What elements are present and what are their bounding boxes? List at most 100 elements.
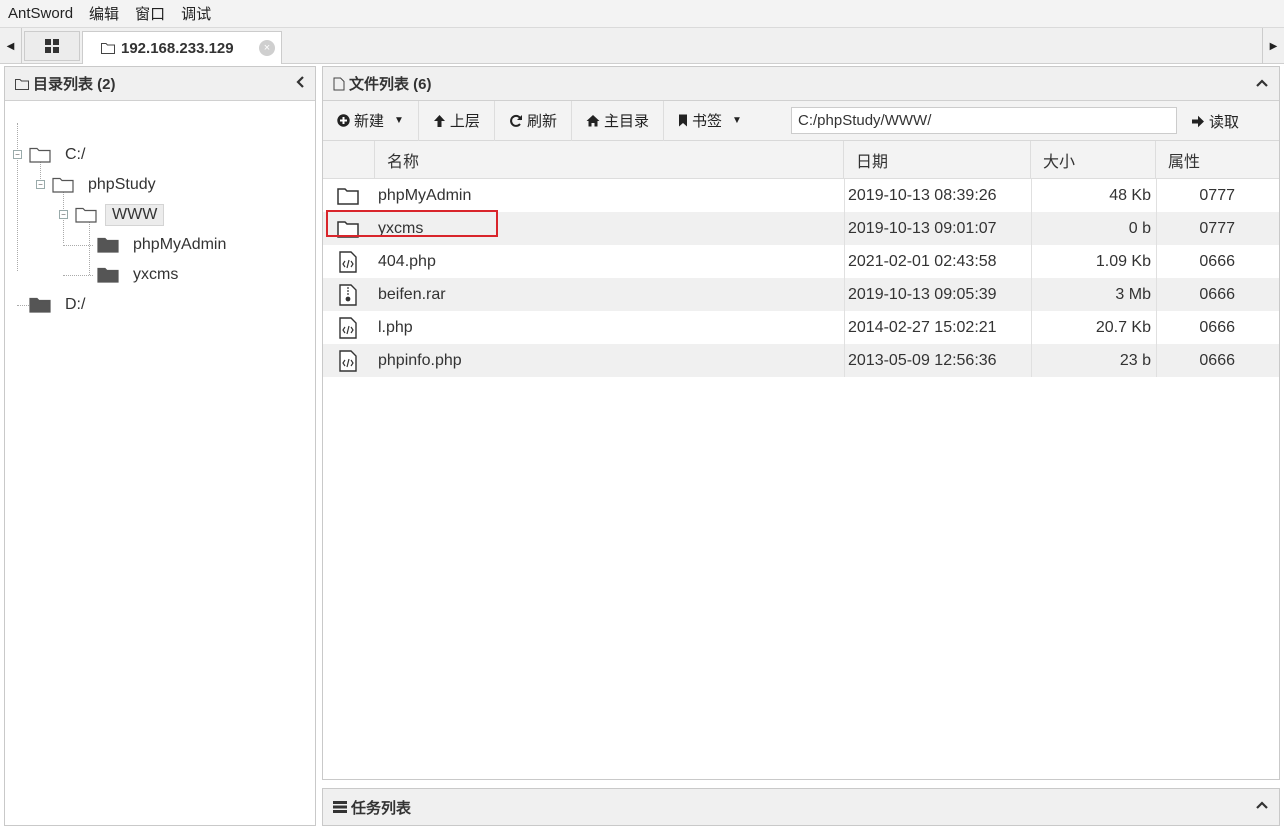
tab-host-label: 192.168.233.129 [121,39,234,57]
file-grid: 名称 日期 大小 属性 phpMyAdmin 2019-10-13 08:39:… [323,141,1279,377]
file-size: 1.09 Kb [1095,252,1151,270]
column-header-icon [323,141,375,179]
code-file-icon [335,344,361,377]
collapse-left-icon[interactable] [295,75,305,93]
folder-open-icon [29,147,51,163]
task-list-panel: 任务列表 [322,788,1280,826]
file-date: 2019-10-13 09:01:07 [848,219,997,237]
file-attr: 0666 [1199,285,1235,303]
tree-item-phpmyadmin[interactable]: phpMyAdmin [97,233,232,257]
directory-panel: 目录列表 (2) − C:/ − phpStudy − WWW phpMyAdm… [4,66,316,826]
file-toolbar: 新建 ▼ 上层 刷新 主目录 书签 ▼ C:/phpStudy/WWW/ 读取 [323,100,1279,141]
column-header-date[interactable]: 日期 [844,141,1031,179]
file-list-panel: 文件列表 (6) 新建 ▼ 上层 刷新 主目录 书签 ▼ C:/phpStudy… [322,66,1280,780]
file-size: 20.7 Kb [1095,318,1151,336]
list-icon [333,801,347,813]
menu-edit[interactable]: 编辑 [89,3,119,24]
folder-icon [15,78,29,90]
tree-item-c[interactable]: C:/ [29,143,91,167]
tree-item-www[interactable]: WWW [75,203,165,227]
file-name: phpinfo.php [378,351,462,369]
collapse-phpstudy-toggle[interactable]: − [36,180,45,189]
task-list-title: 任务列表 [351,799,412,817]
file-date: 2019-10-13 09:05:39 [848,285,997,303]
tree-item-d[interactable]: D:/ [29,293,91,317]
table-row[interactable]: 404.php 2021-02-01 02:43:58 1.09 Kb 0666 [323,245,1279,278]
up-button[interactable]: 上层 [419,100,495,141]
read-button-label: 读取 [1209,113,1240,131]
tab-scroll-right-button[interactable]: ▶ [1262,28,1284,64]
file-name: beifen.rar [378,285,446,303]
folder-icon [29,297,51,313]
table-row[interactable]: l.php 2014-02-27 15:02:21 20.7 Kb 0666 [323,311,1279,344]
archive-file-icon [335,278,361,311]
tree-item-label: D:/ [65,296,86,313]
file-date: 2019-10-13 08:39:26 [848,186,997,204]
file-attr: 0666 [1199,252,1235,270]
close-icon[interactable]: × [259,40,275,56]
tab-home[interactable] [24,31,80,61]
table-row[interactable]: phpMyAdmin 2019-10-13 08:39:26 48 Kb 077… [323,179,1279,212]
tree-item-label: phpMyAdmin [133,236,227,253]
read-button[interactable]: 读取 [1191,101,1239,141]
code-file-icon [335,245,361,278]
folder-open-icon [52,177,74,193]
tree-item-label: WWW [105,204,165,226]
tree-item-phpstudy[interactable]: phpStudy [52,173,162,197]
grid-icon [45,39,59,53]
bookmark-button[interactable]: 书签 ▼ [664,101,756,141]
column-header-size[interactable]: 大小 [1031,141,1156,179]
collapse-www-toggle[interactable]: − [59,210,68,219]
tab-host[interactable]: 192.168.233.129 × [82,31,282,64]
file-size: 0 b [1128,219,1151,237]
menu-debug[interactable]: 调试 [181,3,211,24]
grid-header: 名称 日期 大小 属性 [323,141,1279,179]
arrow-up-icon [433,114,446,128]
folder-open-icon [75,207,97,223]
file-attr: 0777 [1199,186,1235,204]
file-name: phpMyAdmin [378,186,472,204]
collapse-up-icon[interactable] [1255,75,1269,92]
menu-antsword[interactable]: AntSword [8,5,73,22]
file-size: 23 b [1119,351,1151,369]
tree-item-label: C:/ [65,146,86,163]
menu-bar: AntSword 编辑 窗口 调试 [0,0,1284,28]
column-header-name[interactable]: 名称 [375,141,844,179]
folder-icon [335,179,361,212]
directory-panel-header: 目录列表 (2) [5,67,315,101]
bookmark-button-label: 书签 [691,113,722,130]
file-date: 2021-02-01 02:43:58 [848,252,997,270]
file-list-panel-header: 文件列表 (6) [323,67,1279,101]
expand-up-icon[interactable] [1255,797,1269,814]
path-input[interactable] [791,107,1177,134]
refresh-button-label: 刷新 [526,113,557,130]
menu-window[interactable]: 窗口 [135,3,165,24]
home-icon [586,114,600,127]
table-row[interactable]: beifen.rar 2019-10-13 09:05:39 3 Mb 0666 [323,278,1279,311]
file-name: l.php [378,318,413,336]
directory-panel-title: 目录列表 (2) [33,76,116,93]
tree-item-label: yxcms [133,266,179,283]
plus-circle-icon [337,114,350,127]
file-name: 404.php [378,252,436,270]
home-button[interactable]: 主目录 [572,100,664,141]
refresh-icon [509,114,523,128]
file-size: 48 Kb [1109,186,1151,204]
tree-item-label: phpStudy [88,176,156,193]
folder-icon [101,43,115,54]
task-list-panel-header[interactable]: 任务列表 [323,789,1279,825]
tree-item-yxcms[interactable]: yxcms [97,263,184,287]
table-row[interactable]: phpinfo.php 2013-05-09 12:56:36 23 b 066… [323,344,1279,377]
folder-icon [97,237,119,253]
file-icon [333,77,345,91]
collapse-c-toggle[interactable]: − [13,150,22,159]
caret-down-icon: ▼ [394,115,404,126]
new-button[interactable]: 新建 ▼ [323,100,419,141]
caret-down-icon: ▼ [731,115,742,126]
column-header-attr[interactable]: 属性 [1156,141,1279,179]
home-button-label: 主目录 [603,113,649,130]
file-date: 2013-05-09 12:56:36 [848,351,997,369]
refresh-button[interactable]: 刷新 [495,100,572,141]
bookmark-icon [678,114,688,127]
tab-scroll-left-button[interactable]: ◀ [0,28,22,64]
